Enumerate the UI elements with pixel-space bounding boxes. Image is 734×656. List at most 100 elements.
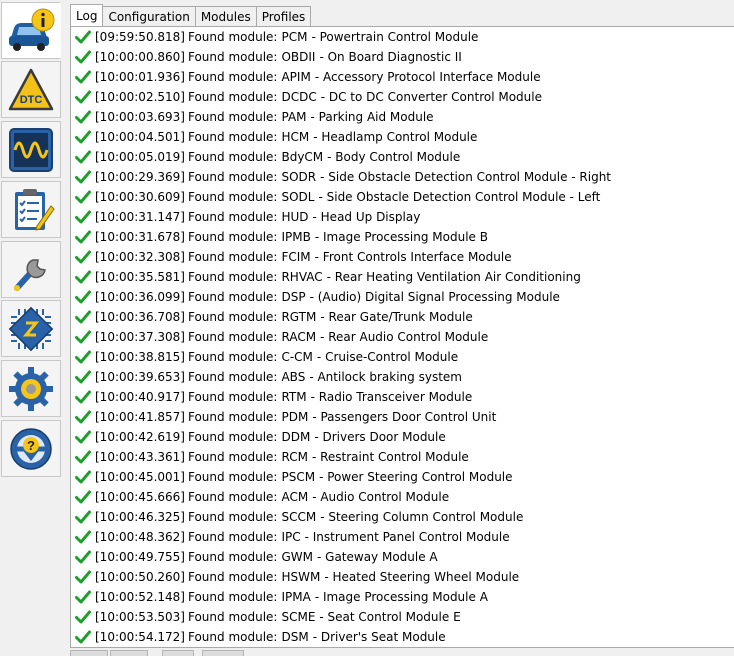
- log-entry: [10:00:01.936] Found module: APIM - Accesso…: [75, 67, 611, 87]
- log-found-text: Found module:: [187, 90, 278, 104]
- bottom-toolbar: [70, 648, 734, 656]
- module-description: - Side Obstacle Detection Control Module…: [318, 190, 601, 204]
- log-entry: [10:00:36.099] Found module: DSP - (Audio) …: [75, 287, 611, 307]
- tab-modules[interactable]: Modules: [194, 6, 257, 26]
- help-steering-icon: ?: [10, 427, 52, 470]
- bottom-button[interactable]: [110, 650, 148, 656]
- log-timestamp: [10:00:29.369]: [95, 170, 185, 184]
- module-description: - Instrument Panel Control Module: [304, 530, 510, 544]
- module-code: DSM: [281, 630, 309, 644]
- module-description: - DC to DC Converter Control Module: [320, 90, 542, 104]
- check-icon: [75, 410, 91, 424]
- log-entry: [10:00:30.609] Found module: SODL - Side Ob…: [75, 187, 611, 207]
- module-code: OBDII: [281, 50, 316, 64]
- sidebar-item-settings[interactable]: [1, 360, 61, 417]
- log-found-text: Found module:: [187, 150, 278, 164]
- log-entry: [10:00:29.369] Found module: SODR - Side Ob…: [75, 167, 611, 187]
- check-icon: [75, 270, 91, 284]
- module-code: PAM: [281, 110, 307, 124]
- check-icon: [75, 430, 91, 444]
- module-description: - Driver's Seat Module: [312, 630, 446, 644]
- log-timestamp: [10:00:53.503]: [95, 610, 185, 624]
- module-description: - Parking Aid Module: [310, 110, 434, 124]
- log-entry: [10:00:50.260] Found module: HSWM - Heated …: [75, 567, 611, 587]
- chip-icon: [8, 306, 54, 351]
- log-timestamp: [10:00:05.019]: [95, 150, 185, 164]
- module-description: - (Audio) Digital Signal Processing Modu…: [309, 290, 560, 304]
- svg-text:?: ?: [27, 438, 35, 453]
- log-entry: [10:00:00.860] Found module: OBDII - On Boa…: [75, 47, 611, 67]
- sidebar-item-checklist[interactable]: [1, 181, 61, 238]
- module-description: - Audio Control Module: [312, 490, 450, 504]
- check-icon: [75, 230, 91, 244]
- log-timestamp: [10:00:03.693]: [95, 110, 185, 124]
- sidebar-item-service[interactable]: [1, 241, 61, 298]
- module-code: HCM: [281, 130, 310, 144]
- module-code: RGTM: [281, 310, 317, 324]
- log-found-text: Found module:: [187, 350, 278, 364]
- module-code: RCM: [281, 450, 308, 464]
- log-timestamp: [10:00:42.619]: [95, 430, 185, 444]
- log-timestamp: [10:00:32.308]: [95, 250, 185, 264]
- module-code: APIM: [281, 70, 311, 84]
- log-found-text: Found module:: [187, 430, 278, 444]
- check-icon: [75, 290, 91, 304]
- module-code: FCIM: [281, 250, 311, 264]
- module-description: - Heated Steering Wheel Module: [324, 570, 520, 584]
- log-found-text: Found module:: [187, 270, 278, 284]
- bottom-button[interactable]: [70, 650, 108, 656]
- module-code: IPMB: [281, 230, 311, 244]
- log-found-text: Found module:: [187, 210, 278, 224]
- log-timestamp: [09:59:50.818]: [95, 30, 185, 44]
- sidebar-item-oscilloscope[interactable]: [1, 121, 61, 178]
- tab-profiles[interactable]: Profiles: [255, 6, 312, 26]
- check-icon: [75, 510, 91, 524]
- check-icon: [75, 310, 91, 324]
- module-description: - Gateway Module A: [317, 550, 438, 564]
- log-entry: [10:00:04.501] Found module: HCM - Headlamp…: [75, 127, 611, 147]
- log-found-text: Found module:: [187, 130, 278, 144]
- tab-log[interactable]: Log: [70, 4, 104, 26]
- log-entry: [10:00:46.325] Found module: SCCM - Steerin…: [75, 507, 611, 527]
- check-icon: [75, 550, 91, 564]
- bottom-button[interactable]: [202, 650, 244, 656]
- module-description: - Seat Control Module E: [319, 610, 461, 624]
- sidebar-item-vehicle-info[interactable]: [1, 2, 61, 59]
- sidebar-item-help[interactable]: ?: [1, 420, 61, 477]
- module-code: SODL: [281, 190, 315, 204]
- log-found-text: Found module:: [187, 30, 278, 44]
- log-found-text: Found module:: [187, 230, 278, 244]
- module-code: SCME: [281, 610, 316, 624]
- log-timestamp: [10:00:37.308]: [95, 330, 185, 344]
- log-entry: [10:00:45.001] Found module: PSCM - Power S…: [75, 467, 611, 487]
- log-found-text: Found module:: [187, 290, 278, 304]
- check-icon: [75, 350, 91, 364]
- module-description: - On Board Diagnostic II: [319, 50, 462, 64]
- check-icon: [75, 630, 91, 644]
- module-description: - Drivers Door Module: [314, 430, 446, 444]
- log-panel: [09:59:50.818] Found module: PCM - Powertra…: [70, 26, 734, 648]
- log-timestamp: [10:00:40.917]: [95, 390, 185, 404]
- log-timestamp: [10:00:30.609]: [95, 190, 185, 204]
- module-description: - Powertrain Control Module: [311, 30, 479, 44]
- tab-configuration[interactable]: Configuration: [102, 6, 196, 26]
- sidebar-item-dtc[interactable]: DTC: [1, 61, 61, 118]
- log-timestamp: [10:00:54.172]: [95, 630, 185, 644]
- module-code: HSWM: [281, 570, 321, 584]
- log-timestamp: [10:00:45.001]: [95, 470, 185, 484]
- gear-icon: [9, 366, 53, 411]
- sidebar-item-module-chip[interactable]: [1, 300, 61, 357]
- log-entry: [10:00:38.815] Found module: C-CM - Cruise-…: [75, 347, 611, 367]
- module-description: - Rear Heating Ventilation Air Condition…: [326, 270, 581, 284]
- log-found-text: Found module:: [187, 50, 278, 64]
- module-description: - Side Obstacle Detection Control Module…: [320, 170, 612, 184]
- log-found-text: Found module:: [187, 370, 278, 384]
- log-entry: [10:00:52.148] Found module: IPMA - Image P…: [75, 587, 611, 607]
- log-entry: [10:00:40.917] Found module: RTM - Radio Tr…: [75, 387, 611, 407]
- car-info-icon: [9, 8, 55, 51]
- module-description: - Front Controls Interface Module: [314, 250, 512, 264]
- log-timestamp: [10:00:35.581]: [95, 270, 185, 284]
- log-entry: [10:00:05.019] Found module: BdyCM - Body C…: [75, 147, 611, 167]
- bottom-button[interactable]: [162, 650, 194, 656]
- module-description: - Head Up Display: [312, 210, 421, 224]
